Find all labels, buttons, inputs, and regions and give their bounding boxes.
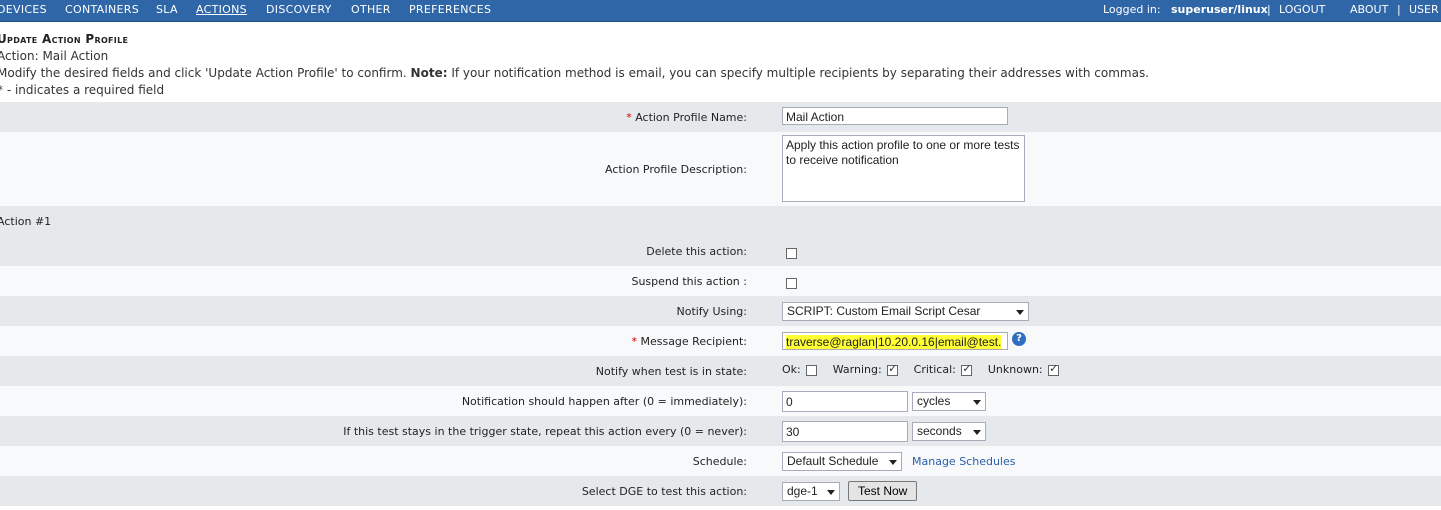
- suspend-action-label: Suspend this action :: [631, 275, 747, 288]
- notification-after-label: Notification should happen after (0 = im…: [461, 395, 747, 408]
- message-recipient-label: * Message Recipient:: [631, 335, 747, 348]
- notification-after-unit-select[interactable]: cycles: [912, 392, 986, 411]
- note-label: Note:: [410, 66, 448, 80]
- after-unit-value: cycles: [917, 394, 951, 408]
- nav-other[interactable]: OTHER: [351, 3, 391, 16]
- required-marker: *: [626, 111, 632, 124]
- row-suspend-action: Suspend this action :: [0, 266, 1441, 296]
- nav-actions[interactable]: ACTIONS: [196, 3, 247, 16]
- notify-using-select[interactable]: SCRIPT: Custom Email Script Cesar: [782, 302, 1029, 321]
- state-warning-label: Warning:: [832, 363, 882, 376]
- row-schedule: Schedule: Default Schedule Manage Schedu…: [0, 446, 1441, 476]
- required-marker: *: [631, 335, 637, 348]
- repeat-interval-input[interactable]: 30: [782, 421, 908, 442]
- row-action-heading: Action #1: [0, 206, 1441, 236]
- required-field-note: * - indicates a required field: [0, 83, 165, 97]
- row-profile-name: * Action Profile Name: Mail Action: [0, 102, 1441, 132]
- schedule-select[interactable]: Default Schedule: [782, 452, 902, 471]
- test-now-button[interactable]: Test Now: [848, 481, 918, 501]
- instructions-text: Modify the desired fields and click 'Upd…: [0, 66, 407, 80]
- chevron-down-icon: [827, 490, 835, 495]
- chevron-down-icon: [889, 460, 897, 465]
- profile-name-label: * Action Profile Name:: [626, 111, 747, 124]
- notify-state-label: Notify when test is in state:: [595, 365, 747, 378]
- repeat-unit-value: seconds: [917, 424, 962, 438]
- repeat-action-label: If this test stays in the trigger state,…: [343, 425, 747, 438]
- state-checkbox-group: Ok: Warning: Critical: Unknown:: [782, 362, 1060, 376]
- chevron-down-icon: [973, 400, 981, 405]
- state-unknown-label: Unknown:: [987, 363, 1043, 376]
- row-profile-description: Action Profile Description: Apply this a…: [0, 132, 1441, 206]
- row-notification-after: Notification should happen after (0 = im…: [0, 386, 1441, 416]
- row-select-dge: Select DGE to test this action: dge-1 Te…: [0, 476, 1441, 506]
- note-text: If your notification method is email, yo…: [451, 66, 1150, 80]
- delete-action-label: Delete this action:: [646, 245, 747, 258]
- chevron-down-icon: [1016, 310, 1024, 315]
- nav-discovery[interactable]: DISCOVERY: [266, 3, 332, 16]
- instructions: Modify the desired fields and click 'Upd…: [0, 66, 1149, 80]
- user-link[interactable]: USER: [1409, 3, 1439, 16]
- help-icon[interactable]: ?: [1012, 332, 1026, 346]
- schedule-value: Default Schedule: [787, 454, 879, 468]
- state-unknown-checkbox[interactable]: [1048, 362, 1060, 376]
- nav-containers[interactable]: CONTAINERS: [65, 3, 139, 16]
- profile-description-textarea[interactable]: Apply this action profile to one or more…: [782, 135, 1025, 202]
- notify-using-value: SCRIPT: Custom Email Script Cesar: [787, 304, 981, 318]
- row-message-recipient: * Message Recipient: traverse@raglan|10.…: [0, 326, 1441, 356]
- nav-devices[interactable]: DEVICES: [0, 3, 47, 16]
- row-delete-action: Delete this action:: [0, 236, 1441, 266]
- logout-link[interactable]: LOGOUT: [1279, 3, 1325, 16]
- about-link[interactable]: ABOUT: [1350, 3, 1388, 16]
- state-warning-checkbox[interactable]: [887, 362, 899, 376]
- nav-sla[interactable]: SLA: [156, 3, 178, 16]
- row-notify-state: Notify when test is in state: Ok: Warnin…: [0, 356, 1441, 386]
- dge-value: dge-1: [787, 484, 818, 498]
- state-ok-label: Ok:: [782, 363, 801, 376]
- logged-in-user: superuser/linux: [1171, 3, 1268, 16]
- chevron-down-icon: [973, 430, 981, 435]
- nav-preferences[interactable]: PREFERENCES: [409, 3, 491, 16]
- profile-name-input[interactable]: Mail Action: [782, 107, 1008, 125]
- repeat-unit-select[interactable]: seconds: [912, 422, 986, 441]
- delete-action-checkbox[interactable]: [786, 248, 797, 259]
- state-critical-label: Critical:: [913, 363, 956, 376]
- notification-after-input[interactable]: 0: [782, 391, 908, 412]
- logged-in-label: Logged in:: [1103, 3, 1161, 16]
- notify-using-label: Notify Using:: [676, 305, 747, 318]
- action-name-line: Action: Mail Action: [0, 49, 109, 63]
- page-title: Update Action Profile: [0, 32, 129, 46]
- dge-select[interactable]: dge-1: [782, 482, 840, 501]
- select-dge-label: Select DGE to test this action:: [581, 485, 747, 498]
- manage-schedules-link[interactable]: Manage Schedules: [912, 455, 1015, 468]
- profile-description-label: Action Profile Description:: [604, 163, 747, 176]
- top-nav-bar: DEVICES CONTAINERS SLA ACTIONS DISCOVERY…: [0, 0, 1441, 22]
- suspend-action-checkbox[interactable]: [786, 278, 797, 289]
- schedule-label: Schedule:: [692, 455, 747, 468]
- action-section-heading: Action #1: [0, 215, 52, 228]
- message-recipient-input[interactable]: traverse@raglan|10.20.0.16|email@test.: [782, 332, 1008, 350]
- row-repeat-action: If this test stays in the trigger state,…: [0, 416, 1441, 446]
- state-ok-checkbox[interactable]: [806, 364, 818, 376]
- row-notify-using: Notify Using: SCRIPT: Custom Email Scrip…: [0, 296, 1441, 326]
- state-critical-checkbox[interactable]: [961, 362, 973, 376]
- recipient-value: traverse@raglan|10.20.0.16|email@test.: [786, 335, 1002, 349]
- nav-separator: |: [1397, 3, 1401, 16]
- nav-separator: |: [1267, 3, 1271, 16]
